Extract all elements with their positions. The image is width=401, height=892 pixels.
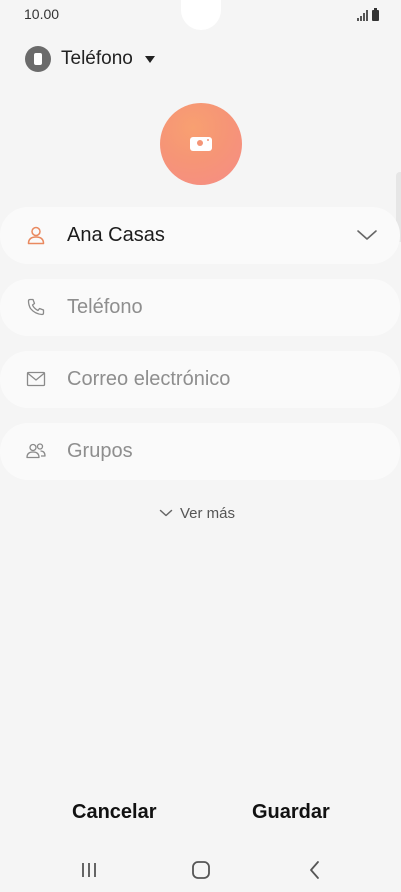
group-icon [26,443,46,459]
name-field[interactable]: Ana Casas [0,207,400,264]
mail-icon [26,371,46,387]
back-button[interactable] [303,858,327,882]
recents-button[interactable] [77,858,101,882]
status-time: 10.00 [24,6,60,22]
cancel-button[interactable]: Cancelar [72,801,157,824]
phone-field[interactable]: Teléfono [0,279,400,336]
storage-account-selector[interactable]: Teléfono [25,45,155,73]
account-label: Teléfono [61,48,133,69]
save-button[interactable]: Guardar [252,801,330,824]
see-more-label: Ver más [180,504,236,522]
camera-icon [190,137,212,151]
signal-icon [357,10,368,21]
name-value: Ana Casas [67,224,165,246]
recents-icon [82,863,96,877]
chevron-down-icon [159,509,173,517]
email-placeholder: Correo electrónico [67,368,231,390]
status-bar: 10.00 [0,0,401,30]
back-icon [310,861,319,879]
status-icons [357,8,379,21]
groups-field[interactable]: Grupos [0,423,400,480]
phone-storage-icon [25,46,51,72]
phone-icon [27,298,45,316]
battery-icon [372,8,379,21]
groups-placeholder: Grupos [67,440,133,462]
dropdown-caret-icon [144,55,155,63]
add-contact-screen: 10.00 Teléfono Ana Casas Teléfono Correo… [0,0,401,892]
see-more-button[interactable]: Ver más [159,503,235,523]
chevron-down-icon[interactable] [356,225,378,245]
contact-photo-button[interactable] [160,103,242,185]
phone-placeholder: Teléfono [67,296,143,318]
system-navigation-bar [0,848,401,892]
person-icon [27,226,45,245]
home-button[interactable] [189,858,213,882]
home-icon [192,861,210,879]
email-field[interactable]: Correo electrónico [0,351,400,408]
camera-notch [181,0,221,30]
